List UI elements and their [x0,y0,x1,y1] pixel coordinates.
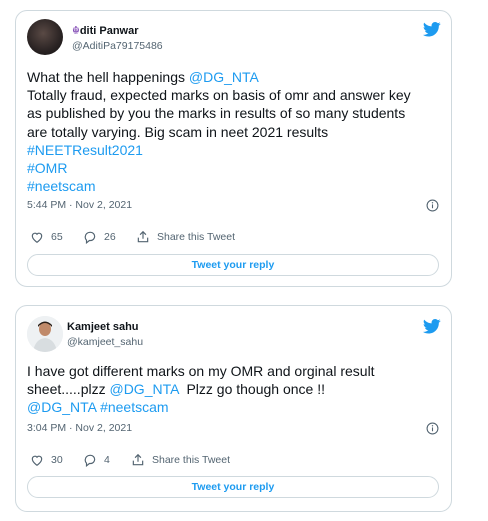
author-name-text: diti Panwar [79,25,139,37]
tweet-text: What the hell happenings @DG_NTA Totally… [27,68,411,195]
share-label: Share this Tweet [152,454,231,466]
text-line: as published by you the marks in results… [27,105,406,122]
hashtag-link[interactable]: #neetscam [100,399,168,415]
hashtag-link[interactable]: #OMR [27,159,411,177]
text-line: @DG_NTA #neetscam [27,398,375,416]
like-button[interactable]: 65 [30,230,63,244]
mention-link[interactable]: @DG_NTA [27,399,96,415]
name-symbol: ☬ [72,25,80,37]
info-icon[interactable] [426,422,439,435]
author-handle[interactable]: @kamjeet_sahu [67,336,143,348]
twitter-bird-icon[interactable] [423,319,441,334]
reply-icon [84,231,96,244]
text-line: sheet.....plzz @DG_NTA Plzz go though on… [27,381,325,398]
share-icon [132,453,144,466]
avatar-portrait [27,316,63,352]
text-line: I have got different marks on my OMR and… [27,363,375,379]
reply-action[interactable]: 4 [83,453,110,467]
text-line: What the hell happenings @DG_NTA [27,69,259,85]
mention-link[interactable]: @DG_NTA [189,69,259,85]
share-button[interactable]: Share this Tweet [131,453,230,467]
heart-icon [31,232,43,243]
text-line: Totally fraud, expected marks on basis o… [27,87,411,104]
like-button[interactable]: 30 [30,453,63,467]
text-line: are totally varying. Big scam in neet 20… [27,123,329,140]
info-icon[interactable] [426,199,439,212]
tweet-card: Kamjeet sahu @kamjeet_sahu I have got di… [15,305,452,512]
author-name[interactable]: Kamjeet sahu [67,321,139,333]
reply-action[interactable]: 26 [83,230,116,244]
timestamp[interactable]: 3:04 PM · Nov 2, 2021 [27,422,132,434]
like-count: 65 [51,231,63,243]
tweet-reply-button[interactable]: Tweet your reply [27,254,439,276]
tweet-card: ☬diti Panwar @AditiPa79175486 What the h… [15,10,452,287]
share-button[interactable]: Share this Tweet [136,230,235,244]
tweet-reply-button[interactable]: Tweet your reply [27,476,439,498]
avatar[interactable] [27,316,63,352]
twitter-bird-icon[interactable] [423,22,441,37]
reply-count: 4 [104,454,110,466]
reply-count: 26 [104,231,116,243]
avatar[interactable] [27,19,63,55]
author-handle[interactable]: @AditiPa79175486 [72,40,163,52]
timestamp[interactable]: 5:44 PM · Nov 2, 2021 [27,199,132,211]
like-count: 30 [51,454,63,466]
mention-link[interactable]: @DG_NTA [109,381,178,397]
hashtag-link[interactable]: #neetscam [27,177,411,195]
reply-icon [84,454,96,467]
heart-icon [31,455,43,466]
share-label: Share this Tweet [157,231,236,243]
tweet-text: I have got different marks on my OMR and… [27,362,375,417]
share-icon [137,230,149,243]
hashtag-link[interactable]: #NEETResult2021 [27,141,411,159]
author-name[interactable]: ☬diti Panwar [72,24,139,37]
